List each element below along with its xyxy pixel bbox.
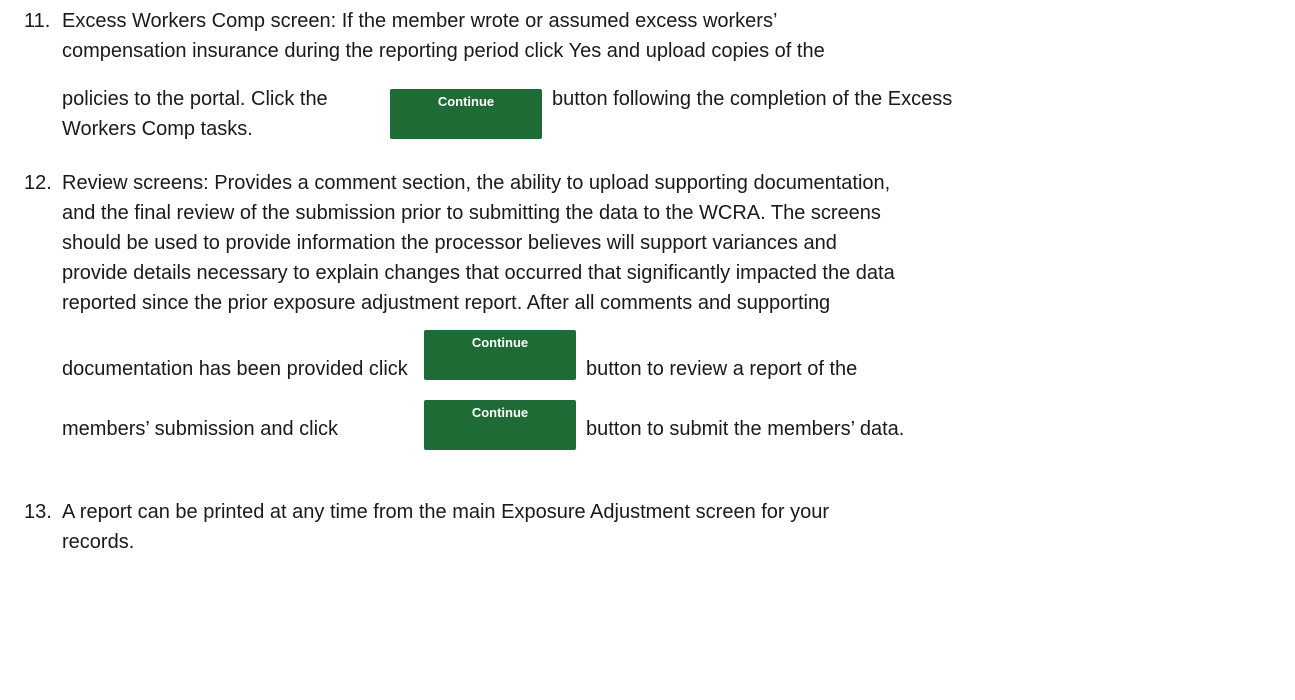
instruction-item-11: 11. Excess Workers Comp screen: If the m…: [24, 10, 1274, 190]
continue-button[interactable]: Continue: [424, 400, 576, 450]
item-text-line: Excess Workers Comp screen: If the membe…: [62, 10, 778, 32]
item-text-line: and the final review of the submission p…: [62, 202, 881, 224]
item-text-line: button to review a report of the: [586, 358, 858, 380]
item-text-line: button following the completion of the E…: [552, 88, 953, 110]
item-text-line: button to submit the members’ data.: [586, 418, 905, 440]
item-number: 12.: [24, 172, 52, 194]
instruction-item-12: 12. Review screens: Provides a comment s…: [24, 172, 1274, 482]
item-number: 11.: [24, 10, 51, 32]
continue-button[interactable]: Continue: [390, 89, 542, 139]
item-text-line: should be used to provide information th…: [62, 232, 837, 254]
continue-button[interactable]: Continue: [424, 330, 576, 380]
item-text-line: A report can be printed at any time from…: [62, 501, 830, 523]
item-text-line: compensation insurance during the report…: [62, 40, 825, 62]
item-text-line: reported since the prior exposure adjust…: [62, 292, 831, 314]
item-text-line: members’ submission and click: [62, 418, 339, 440]
item-text-line: Review screens: Provides a comment secti…: [62, 172, 891, 194]
item-text-line: Workers Comp tasks.: [62, 118, 253, 140]
item-text-line: provide details necessary to explain cha…: [62, 262, 895, 284]
instruction-item-13: 13. A report can be printed at any time …: [24, 501, 1274, 581]
item-text-line: policies to the portal. Click the: [62, 88, 328, 110]
item-number: 13.: [24, 501, 52, 523]
item-text-line: records.: [62, 531, 135, 553]
item-text-line: documentation has been provided click: [62, 358, 408, 380]
